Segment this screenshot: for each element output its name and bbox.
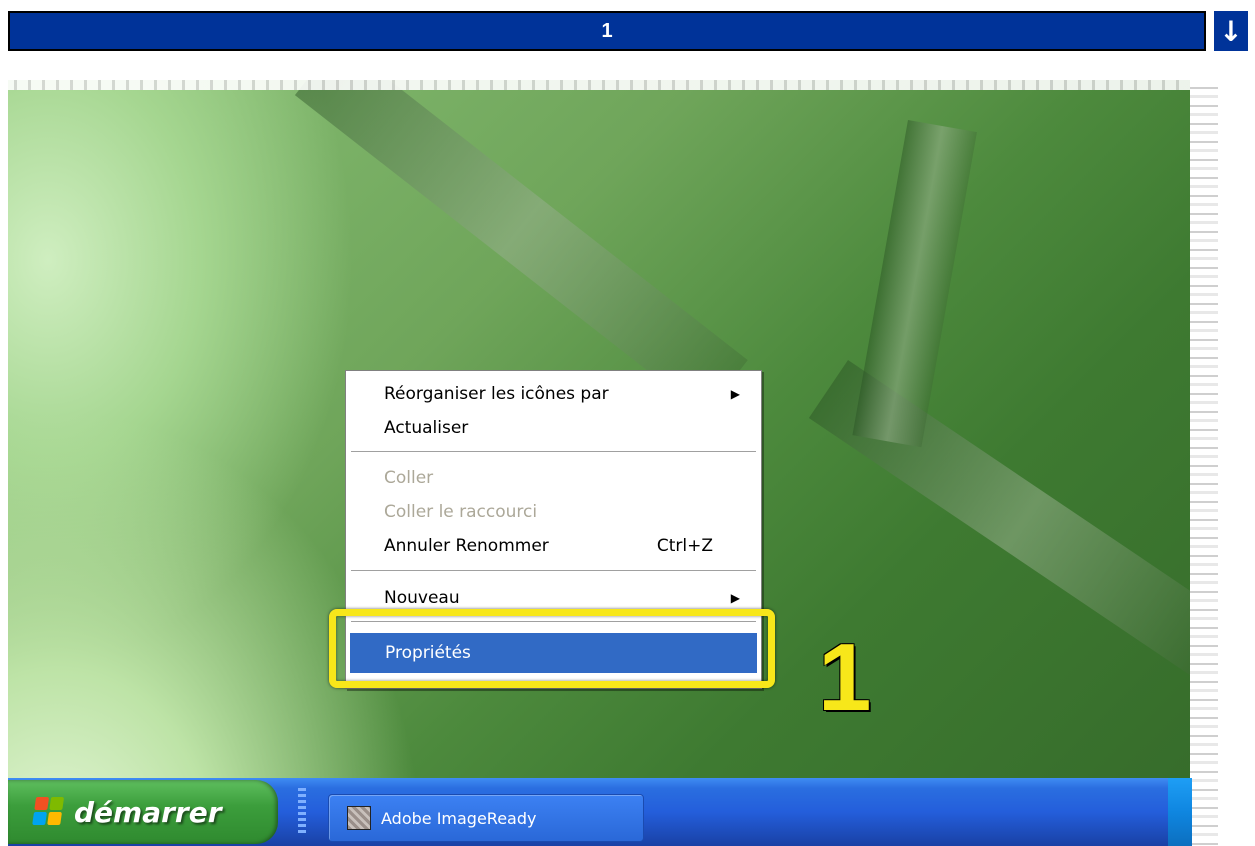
taskbar-button-imageready[interactable]: Adobe ImageReady	[328, 794, 644, 842]
menu-item-label: Réorganiser les icônes par	[384, 384, 609, 404]
down-arrow-icon[interactable]: ↓	[1214, 11, 1248, 51]
submenu-arrow-icon: ▶	[730, 387, 740, 401]
menu-item-arrange-icons[interactable]: Réorganiser les icônes par ▶	[349, 377, 758, 411]
start-button[interactable]: démarrer	[8, 780, 278, 844]
torn-edge	[8, 80, 1218, 90]
windows-logo-icon	[32, 797, 66, 827]
wallpaper-beam	[294, 80, 748, 416]
system-tray	[1168, 778, 1192, 846]
start-label: démarrer	[74, 795, 222, 829]
menu-separator	[351, 451, 756, 453]
imageready-icon	[347, 806, 371, 830]
annotation-step-number: 1	[818, 624, 872, 731]
step-title: 1	[601, 19, 613, 42]
menu-item-label: Coller le raccourci	[384, 502, 538, 522]
menu-item-paste-shortcut: Coller le raccourci	[349, 495, 758, 529]
menu-item-undo-rename[interactable]: Annuler Renommer Ctrl+Z	[349, 529, 758, 563]
submenu-arrow-icon: ▶	[730, 591, 740, 605]
menu-item-refresh[interactable]: Actualiser	[349, 411, 758, 445]
torn-edge	[1190, 80, 1218, 846]
shortcut-label: Ctrl+Z	[656, 536, 713, 556]
menu-item-label: Nouveau	[384, 588, 460, 608]
menu-item-label: Actualiser	[384, 418, 469, 438]
menu-item-label: Annuler Renommer	[384, 536, 549, 556]
taskbar: démarrer Adobe ImageReady	[8, 778, 1192, 846]
step-title-bar: 1	[8, 11, 1206, 51]
menu-item-paste: Coller	[349, 461, 758, 495]
task-label: Adobe ImageReady	[381, 808, 537, 828]
annotation-highlight	[329, 609, 775, 688]
taskbar-grip[interactable]	[298, 788, 306, 834]
menu-separator	[351, 570, 756, 572]
wallpaper-beam	[852, 120, 977, 448]
menu-item-label: Coller	[384, 468, 434, 488]
